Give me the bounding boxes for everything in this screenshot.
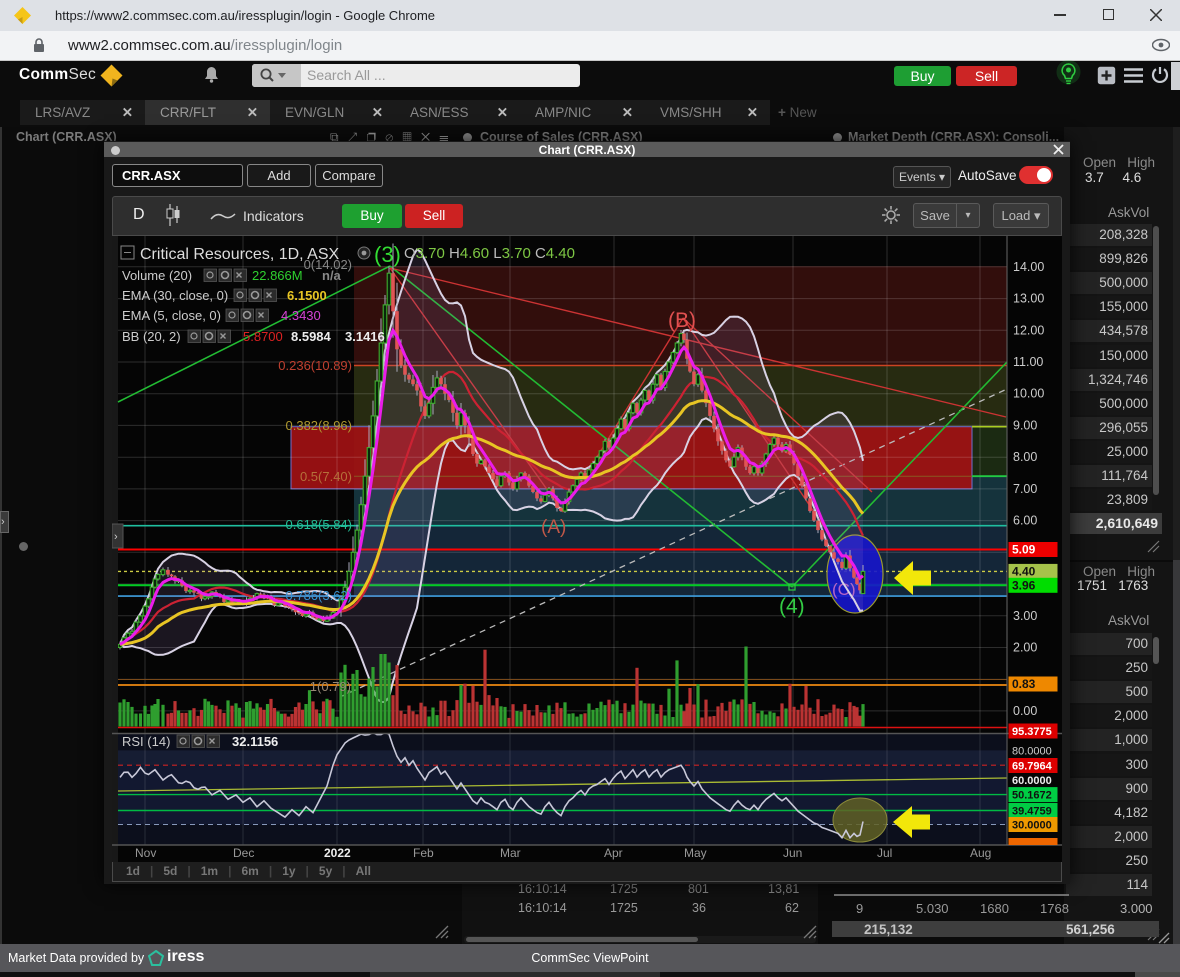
svg-text:10.00: 10.00 [1013, 387, 1044, 401]
svg-text:9.00: 9.00 [1013, 418, 1037, 432]
svg-text:EMA (30, close, 0): EMA (30, close, 0) [122, 288, 228, 303]
svg-text:5.8700: 5.8700 [243, 329, 283, 344]
svg-text:Jul: Jul [877, 846, 892, 860]
svg-text:0.382(8.96): 0.382(8.96) [286, 418, 353, 433]
svg-text:n/a: n/a [322, 268, 342, 283]
svg-text:Jun: Jun [783, 846, 802, 860]
svg-text:(4): (4) [779, 595, 805, 618]
svg-text:0.618(5.84): 0.618(5.84) [286, 517, 353, 532]
svg-text:95.3775: 95.3775 [1012, 726, 1052, 738]
svg-text:EMA (5, close, 0): EMA (5, close, 0) [122, 308, 221, 323]
svg-text:6.00: 6.00 [1013, 514, 1037, 528]
svg-text:4.40: 4.40 [1012, 564, 1036, 578]
svg-text:32.1156: 32.1156 [232, 734, 278, 749]
svg-text:80.0000: 80.0000 [1012, 745, 1052, 757]
svg-text:8.5984: 8.5984 [291, 329, 332, 344]
svg-text:7.00: 7.00 [1013, 482, 1037, 496]
svg-text:May: May [684, 846, 707, 860]
svg-text:(3): (3) [374, 242, 401, 267]
svg-text:Apr: Apr [604, 846, 623, 860]
svg-text:Dec: Dec [233, 846, 254, 860]
svg-text:50.1672: 50.1672 [1012, 790, 1052, 802]
svg-text:14.00: 14.00 [1013, 260, 1044, 274]
svg-text:8.00: 8.00 [1013, 450, 1037, 464]
svg-text:Feb: Feb [413, 846, 434, 860]
svg-text:3.96: 3.96 [1012, 578, 1036, 592]
svg-text:39.4759: 39.4759 [1012, 806, 1052, 818]
svg-text:11.00: 11.00 [1013, 355, 1043, 369]
svg-text:4.3430: 4.3430 [281, 308, 321, 323]
svg-text:0.5(7.40): 0.5(7.40) [300, 469, 352, 484]
svg-text:0.00: 0.00 [1013, 704, 1037, 718]
svg-text:2022: 2022 [324, 846, 351, 860]
svg-text:Critical Resources, 1D, ASX: Critical Resources, 1D, ASX [140, 246, 340, 263]
svg-text:RSI (14): RSI (14) [122, 734, 170, 749]
svg-text:BB (20, 2): BB (20, 2) [122, 329, 181, 344]
svg-text:›: › [114, 531, 118, 543]
svg-text:13.00: 13.00 [1013, 292, 1044, 306]
svg-text:O3.70 H4.60 L3.70 C4.40: O3.70 H4.60 L3.70 C4.40 [404, 245, 575, 262]
svg-text:2.00: 2.00 [1013, 641, 1037, 655]
svg-text:6.1500: 6.1500 [287, 288, 327, 303]
svg-text:22.866M: 22.866M [252, 268, 303, 283]
svg-text:69.7964: 69.7964 [1012, 761, 1053, 773]
svg-text:3.1416: 3.1416 [345, 329, 385, 344]
svg-text:1(0.79): 1(0.79) [310, 679, 351, 694]
svg-text:(A): (A) [541, 517, 566, 538]
svg-text:5.09: 5.09 [1012, 543, 1036, 557]
svg-text:30.0000: 30.0000 [1012, 820, 1052, 832]
svg-text:Volume (20): Volume (20) [122, 268, 192, 283]
svg-text:Mar: Mar [500, 846, 521, 860]
svg-text:0.786(3.62): 0.786(3.62) [286, 588, 353, 603]
svg-text:60.0000: 60.0000 [1012, 775, 1052, 787]
svg-text:0.83: 0.83 [1012, 677, 1036, 691]
svg-text:Aug: Aug [970, 846, 991, 860]
svg-text:0.236(10.89): 0.236(10.89) [278, 358, 352, 373]
svg-text:3.00: 3.00 [1013, 609, 1037, 623]
svg-text:Nov: Nov [135, 846, 156, 860]
svg-text:12.00: 12.00 [1013, 323, 1044, 337]
svg-text:(B): (B) [668, 309, 696, 332]
